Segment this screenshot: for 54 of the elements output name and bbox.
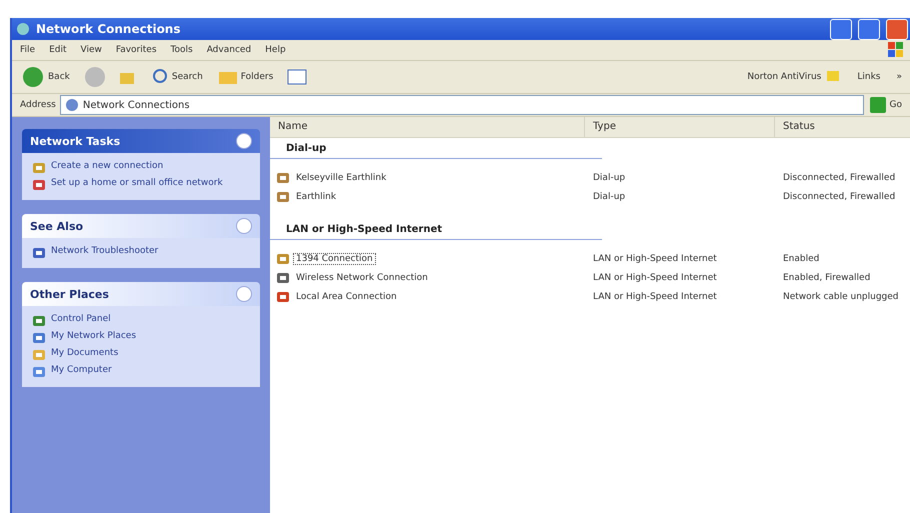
norton-antivirus-button[interactable]: Norton AntiVirus <box>745 69 844 85</box>
column-header[interactable]: Type <box>585 117 775 137</box>
task-link[interactable]: My Network Places <box>32 331 250 345</box>
table-cell-text: Enabled <box>782 254 820 264</box>
table-cell-text: Disconnected, Firewalled <box>782 172 896 182</box>
folders-button[interactable]: Folders <box>216 69 276 85</box>
task-pane-title: Other Places <box>30 288 109 300</box>
collapse-button[interactable] <box>236 286 252 302</box>
address-label: Address <box>20 100 56 110</box>
table-cell-text: LAN or High-Speed Internet <box>592 254 718 264</box>
back-button[interactable]: Back <box>20 66 72 88</box>
menu-item[interactable]: File <box>20 45 36 55</box>
table-cell-text: LAN or High-Speed Internet <box>592 272 718 282</box>
collapse-button[interactable] <box>236 218 252 234</box>
menu-item[interactable]: Help <box>265 45 286 55</box>
group-heading: LAN or High-Speed Internet <box>270 219 602 240</box>
maximize-button[interactable] <box>858 18 880 40</box>
task-link[interactable]: Network Troubleshooter <box>32 246 250 260</box>
connection-name[interactable]: 1394 Connection <box>293 252 376 264</box>
collapse-button[interactable] <box>236 133 252 149</box>
table-cell-text: Dial-up <box>592 192 626 202</box>
task-pane-title: See Also <box>30 220 84 232</box>
table-cell-text: LAN or High-Speed Internet <box>592 292 718 302</box>
task-pane-title: Network Tasks <box>30 134 120 148</box>
connection-name[interactable]: Earthlink <box>293 190 340 202</box>
task-link[interactable]: Control Panel <box>32 314 250 328</box>
menu-item[interactable]: Advanced <box>206 45 252 55</box>
links-button[interactable]: Links <box>855 72 882 82</box>
task-link[interactable]: My Computer <box>32 365 250 379</box>
connection-name[interactable]: Wireless Network Connection <box>293 272 431 284</box>
menu-item[interactable]: Tools <box>170 45 193 55</box>
close-button[interactable] <box>886 18 908 40</box>
windows-logo-icon <box>888 42 904 58</box>
column-header[interactable]: Status <box>775 117 910 137</box>
menu-item[interactable]: Favorites <box>116 45 157 55</box>
search-button[interactable]: Search <box>148 68 205 86</box>
task-link[interactable]: My Documents <box>32 348 250 362</box>
table-cell-text: Disconnected, Firewalled <box>782 192 896 202</box>
table-cell-text: Dial-up <box>592 172 626 182</box>
menu-item[interactable]: Edit <box>49 45 66 55</box>
task-link[interactable]: Set up a home or small office network <box>32 178 250 192</box>
table-cell-text: Enabled, Firewalled <box>782 272 872 282</box>
column-header[interactable]: Name <box>270 117 585 137</box>
task-link[interactable]: Create a new connection <box>32 161 250 175</box>
connection-name[interactable]: Local Area Connection <box>293 290 400 302</box>
address-field[interactable]: Network Connections <box>60 95 864 115</box>
menu-item[interactable]: View <box>80 45 102 55</box>
window-title: Network Connections <box>36 22 182 36</box>
connection-name[interactable]: Kelseyville Earthlink <box>293 172 390 184</box>
minimize-button[interactable] <box>830 18 852 40</box>
go-button[interactable]: Go <box>868 97 904 113</box>
table-cell-text: Network cable unplugged <box>782 292 900 302</box>
chevron-button[interactable]: » <box>894 72 904 82</box>
group-heading: Dial-up <box>270 138 602 159</box>
